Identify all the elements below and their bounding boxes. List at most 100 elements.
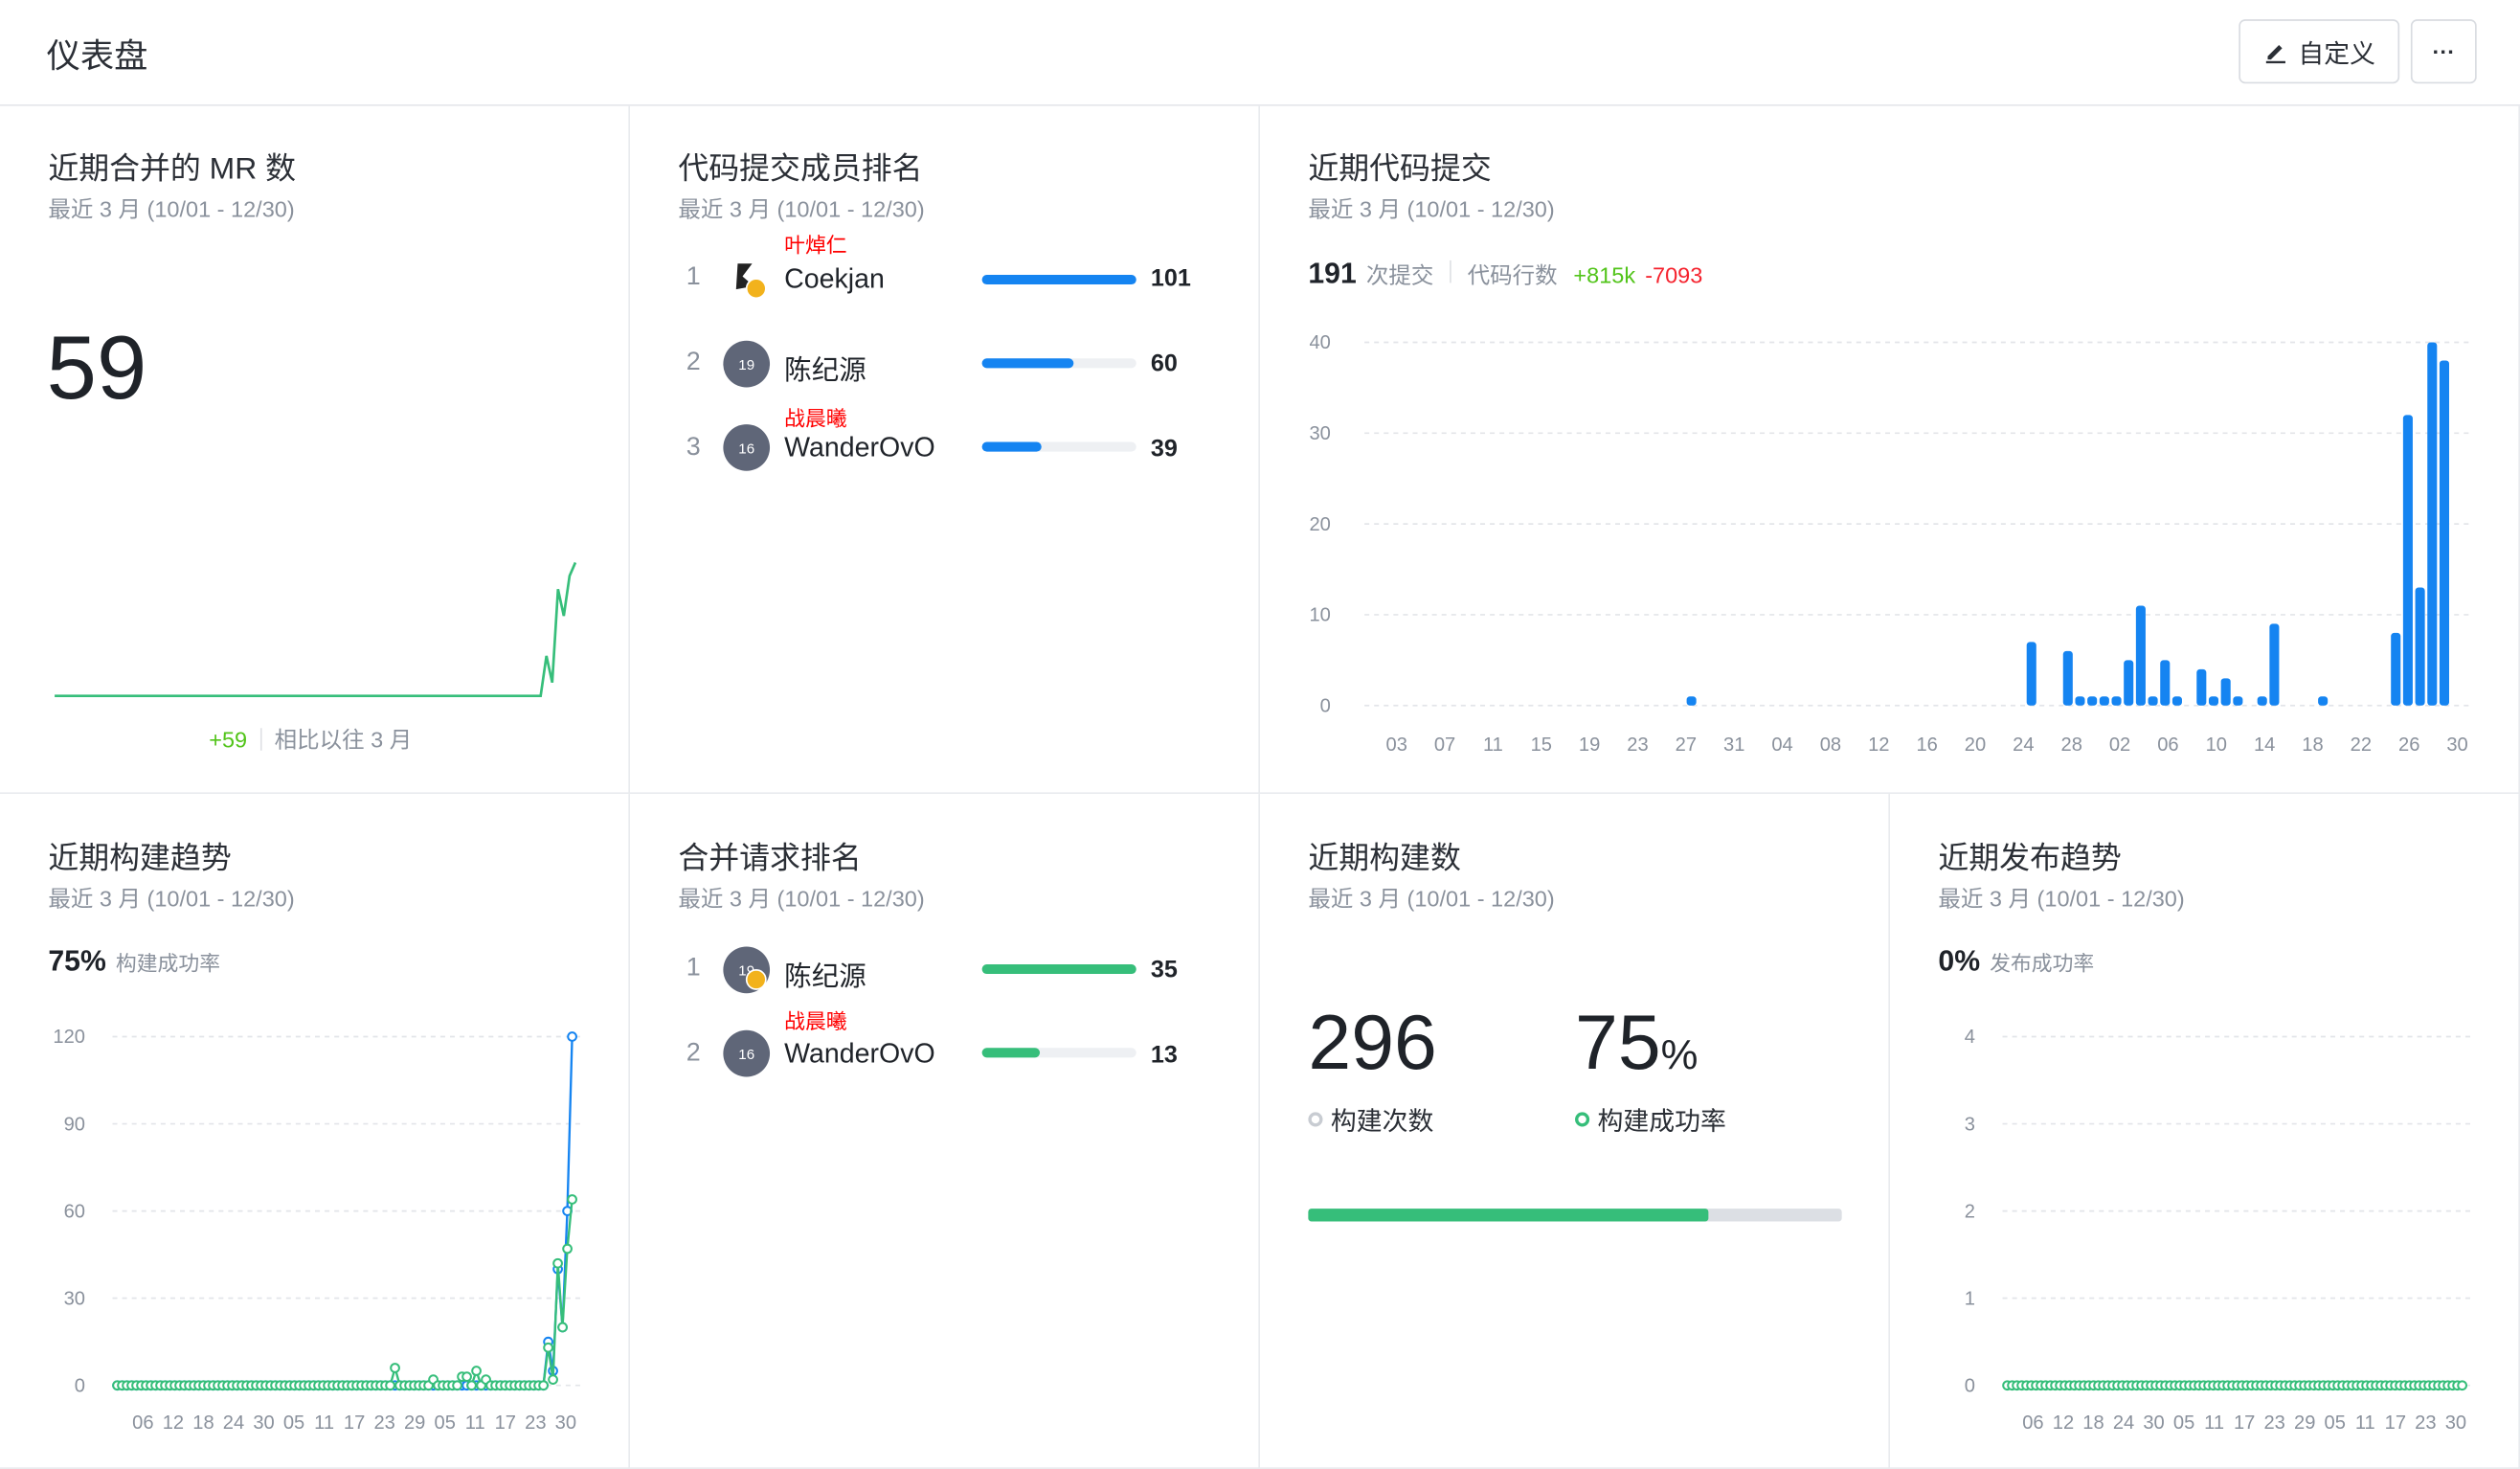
data-point xyxy=(562,1243,573,1254)
card-subtitle: 最近 3 月 (10/01 - 12/30) xyxy=(1308,195,1555,222)
x-tick-label: 27 xyxy=(1676,734,1697,756)
rank-bar-fill xyxy=(981,358,1073,369)
build-rate-block: 75 % xyxy=(1575,1000,1698,1088)
x-tick-label: 06 xyxy=(2157,734,2178,756)
y-tick-label: 0 xyxy=(1965,1375,1975,1396)
avatar[interactable]: 16 xyxy=(723,424,771,471)
y-tick-label: 90 xyxy=(64,1114,85,1135)
release-trend-chart: 0123406 12 18 24 30 05 11 17 23 29 05 11 17 23 30 xyxy=(1965,1027,2472,1434)
card-title: 代码提交成员排名 xyxy=(678,152,923,187)
x-tick-label: 11 xyxy=(465,1412,485,1434)
build-trend-chart: 0 30 60 90 120 06 12 18 24 30 05 11 17 23 29 05 11 17 23 30 xyxy=(53,1027,582,1434)
mr-compare: 相比以往 3 月 xyxy=(274,726,413,753)
commit-bar xyxy=(2124,660,2134,706)
build-count-legend: 构建次数 xyxy=(1308,1099,1433,1138)
x-tick-label: 23 xyxy=(373,1412,394,1434)
x-tick-label: 23 xyxy=(1627,734,1648,756)
commit-bar xyxy=(2196,668,2207,706)
lines-removed: -7093 xyxy=(1645,261,1703,288)
x-tick-label: 24 xyxy=(223,1412,244,1434)
y-tick-label: 10 xyxy=(1309,605,1330,626)
x-tick-label: 18 xyxy=(2082,1412,2104,1434)
rank-number: 1 xyxy=(686,954,701,983)
y-tick-label: 30 xyxy=(64,1288,85,1309)
rank-bar-fill xyxy=(981,274,1136,285)
rank-bar xyxy=(981,441,1136,452)
build-rate-label: 构建成功率 xyxy=(1597,1109,1726,1137)
x-tick-label: 26 xyxy=(2398,734,2419,756)
x-tick-label: 08 xyxy=(1820,734,1841,756)
commit-bar xyxy=(2099,696,2109,706)
data-point xyxy=(466,1380,477,1391)
build-rate-label: 构建成功率 xyxy=(115,951,221,976)
commit-bar xyxy=(2391,632,2401,706)
x-tick-label: 10 xyxy=(2206,734,2227,756)
x-tick-label: 24 xyxy=(2113,1412,2134,1434)
x-tick-label: 28 xyxy=(2061,734,2082,756)
legend-dot-icon xyxy=(1575,1111,1590,1126)
x-tick-label: 05 xyxy=(2173,1412,2194,1434)
more-button[interactable]: ··· xyxy=(2410,19,2477,84)
release-trend-card: 近期发布趋势 最近 3 月 (10/01 - 12/30) 0% 发布成功率 0… xyxy=(1890,794,2520,1469)
card-subtitle: 最近 3 月 (10/01 - 12/30) xyxy=(1938,885,2185,912)
rank-value: 60 xyxy=(1150,350,1178,378)
commit-bar xyxy=(2148,696,2158,706)
commit-bar xyxy=(2257,696,2267,706)
mr-delta-row: +59 相比以往 3 月 xyxy=(209,723,412,756)
avatar[interactable] xyxy=(723,254,768,300)
x-tick-label: 30 xyxy=(253,1412,274,1434)
x-tick-label: 30 xyxy=(555,1412,576,1434)
y-tick-label: 4 xyxy=(1965,1027,1975,1048)
data-point xyxy=(471,1366,482,1376)
avatar[interactable]: 19 xyxy=(723,340,771,388)
x-tick-label: 17 xyxy=(344,1412,365,1434)
rank-bar-fill xyxy=(981,441,1043,452)
rank-number: 2 xyxy=(686,1039,701,1068)
member-alias: 叶焯仁 xyxy=(784,233,847,258)
commit-bar xyxy=(2171,696,2182,706)
commit-rank-card: 代码提交成员排名 最近 3 月 (10/01 - 12/30) 1 叶焯仁 Co… xyxy=(630,105,1261,795)
lines-label: 代码行数 xyxy=(1467,261,1558,288)
build-trend-card: 近期构建趋势 最近 3 月 (10/01 - 12/30) 75% 构建成功率 … xyxy=(0,794,631,1469)
build-success-fill xyxy=(1308,1209,1709,1222)
x-tick-label: 02 xyxy=(2109,734,2130,756)
x-tick-label: 05 xyxy=(2325,1412,2346,1434)
x-tick-label: 11 xyxy=(2355,1412,2375,1434)
build-rate: 75% xyxy=(48,944,106,978)
card-title: 近期代码提交 xyxy=(1308,152,1492,187)
rank-value: 101 xyxy=(1150,264,1191,293)
trophy-icon xyxy=(745,969,767,990)
commit-bar xyxy=(2087,696,2098,706)
mr-delta: +59 xyxy=(209,726,248,753)
card-subtitle: 最近 3 月 (10/01 - 12/30) xyxy=(48,195,295,222)
x-tick-label: 17 xyxy=(2385,1412,2406,1434)
member-alias: 战晨曦 xyxy=(784,1008,847,1034)
x-tick-label: 19 xyxy=(1579,734,1600,756)
rank-bar xyxy=(981,963,1136,975)
commit-count: 191 xyxy=(1308,257,1357,290)
build-rate-value: 75 xyxy=(1575,1001,1661,1087)
commit-bar xyxy=(2402,415,2413,706)
x-tick-label: 03 xyxy=(1386,734,1407,756)
build-success-bar xyxy=(1308,1209,1842,1222)
build-count-label: 构建次数 xyxy=(1330,1109,1434,1137)
commit-bar xyxy=(2075,696,2085,706)
card-title: 近期合并的 MR 数 xyxy=(48,152,297,187)
commit-bar xyxy=(2208,696,2219,706)
commit-bar xyxy=(2220,678,2231,706)
avatar[interactable]: 16 xyxy=(723,1029,771,1077)
commit-bar xyxy=(2135,605,2146,706)
commit-bar xyxy=(2160,660,2171,706)
mr-count-value: 59 xyxy=(46,316,147,418)
x-tick-label: 06 xyxy=(132,1412,153,1434)
release-rate: 0% xyxy=(1938,944,1981,978)
x-tick-label: 30 xyxy=(2446,734,2467,756)
commit-bar xyxy=(2233,696,2243,706)
y-tick-label: 40 xyxy=(1309,332,1330,353)
customize-button[interactable]: 自定义 xyxy=(2239,19,2400,84)
more-icon: ··· xyxy=(2432,38,2456,65)
x-tick-label: 17 xyxy=(2234,1412,2255,1434)
card-subtitle: 最近 3 月 (10/01 - 12/30) xyxy=(678,885,925,912)
x-tick-label: 30 xyxy=(2143,1412,2164,1434)
commit-bar-chart: 0 10 20 30 40 03 07 11 15 19 23 27 31 04 08 12 16 20 24 28 0… xyxy=(1309,332,2472,756)
